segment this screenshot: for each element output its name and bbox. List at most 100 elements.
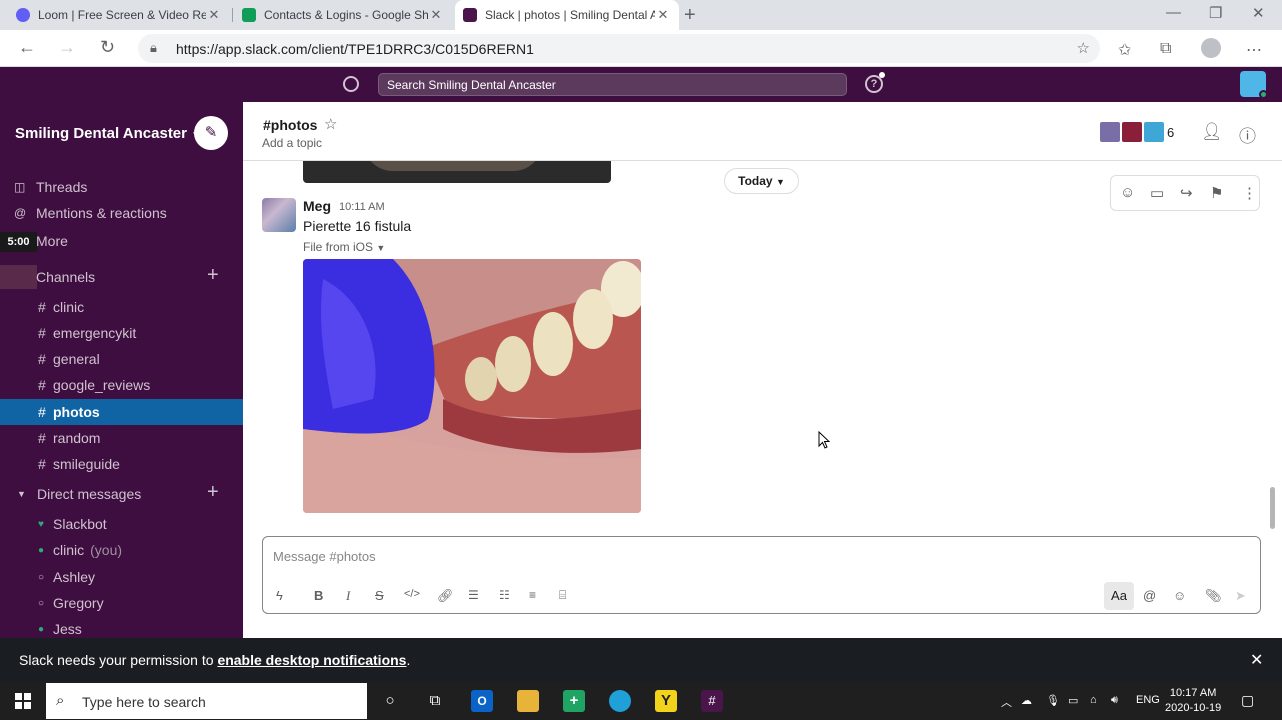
add-reaction-icon[interactable]: ☺ <box>1120 184 1135 201</box>
outlook-icon[interactable]: O <box>471 690 493 712</box>
info-icon[interactable]: ⓘ <box>1239 122 1256 147</box>
close-tab-icon[interactable]: ✕ <box>206 7 222 23</box>
more-menu-icon[interactable]: ⋯ <box>1246 40 1262 60</box>
workspace-name[interactable]: Smiling Dental Ancaster ▼ <box>15 125 201 142</box>
mention-icon[interactable]: @ <box>1143 588 1156 603</box>
add-people-icon[interactable]: 👤︎ <box>1201 122 1223 142</box>
bold-icon[interactable]: B <box>314 588 323 603</box>
message-timestamp[interactable]: 10:11 AM <box>339 201 385 213</box>
cortana-icon[interactable]: ○ <box>379 690 401 712</box>
previous-image-attachment[interactable] <box>303 161 611 183</box>
member-count[interactable]: 6 <box>1167 125 1174 140</box>
window-close-icon[interactable]: ✕ <box>1252 4 1265 22</box>
notifications-icon[interactable]: ▢ <box>1241 692 1254 709</box>
minimize-icon[interactable]: — <box>1166 4 1181 21</box>
back-arrow-icon[interactable]: ← <box>18 37 36 58</box>
code-block-icon[interactable]: ⌸ <box>559 588 566 603</box>
close-tab-icon[interactable]: ✕ <box>428 7 444 23</box>
sidebar-item-channel[interactable]: # emergencykit <box>0 320 243 346</box>
strikethrough-icon[interactable]: S <box>375 588 384 603</box>
emoji-icon[interactable]: ☺ <box>1173 588 1186 603</box>
message-input[interactable] <box>263 537 1260 575</box>
send-icon[interactable]: ➤ <box>1235 588 1246 604</box>
search-input[interactable]: Search Smiling Dental Ancaster <box>378 73 847 96</box>
battery-icon[interactable]: ▭ <box>1068 694 1078 707</box>
sidebar-item-channel[interactable]: # clinic <box>0 294 243 320</box>
sidebar-item-dm[interactable]: ● Jess <box>0 616 243 638</box>
blockquote-icon[interactable]: ≡ <box>529 588 536 602</box>
show-hidden-icons[interactable]: ︿ <box>1001 694 1012 710</box>
bookmark-icon[interactable]: ⚑ <box>1210 184 1223 202</box>
sidebar-item-threads[interactable]: ◫ Threads <box>0 174 243 200</box>
profile-avatar[interactable] <box>1201 38 1221 58</box>
more-actions-icon[interactable]: ⋮ <box>1242 184 1257 202</box>
sidebar-item-dm[interactable]: ♥ Slackbot <box>0 511 243 537</box>
restore-icon[interactable]: ❐ <box>1209 4 1222 22</box>
add-channel-icon[interactable]: + <box>207 264 219 287</box>
sidebar-item-mentions[interactable]: @ Mentions & reactions <box>0 200 243 226</box>
system-clock[interactable]: 10:17 AM 2020-10-19 <box>1165 686 1221 716</box>
onedrive-icon[interactable]: ☁ <box>1021 694 1032 707</box>
star-channel-icon[interactable]: ☆ <box>324 115 337 133</box>
collections-icon[interactable]: ⧉ <box>1160 40 1171 58</box>
new-tab-icon[interactable]: + <box>684 4 696 27</box>
file-explorer-icon[interactable] <box>517 690 539 712</box>
sheets-taskbar-icon[interactable]: + <box>563 690 585 712</box>
formatting-toggle-button[interactable]: Aa <box>1104 582 1134 610</box>
sidebar-item-channel[interactable]: # smileguide <box>0 451 243 477</box>
browser-tab-slack[interactable]: Slack | photos | Smiling Dental A ✕ <box>455 0 679 30</box>
shortcuts-lightning-icon[interactable]: ϟ <box>276 588 283 603</box>
date-divider[interactable]: Today ▼ <box>724 168 799 194</box>
add-topic-link[interactable]: Add a topic <box>262 136 322 150</box>
bookmark-star-icon[interactable]: ☆ <box>1077 39 1090 57</box>
sidebar-item-channel[interactable]: # random <box>0 425 243 451</box>
italic-icon[interactable]: I <box>346 588 350 604</box>
forward-arrow-icon[interactable]: → <box>58 37 76 58</box>
ordered-list-icon[interactable]: ☰ <box>468 588 479 602</box>
tab-title: Slack | photos | Smiling Dental A <box>485 8 655 22</box>
windows-start-icon[interactable] <box>15 693 31 709</box>
reply-thread-icon[interactable]: ▭ <box>1150 184 1164 202</box>
close-banner-icon[interactable]: ✕ <box>1250 650 1263 670</box>
bulleted-list-icon[interactable]: ☷ <box>499 588 510 602</box>
share-icon[interactable]: ↪ <box>1180 184 1193 202</box>
task-view-icon[interactable]: ⧉ <box>424 690 446 712</box>
yammer-icon[interactable]: Y <box>655 690 677 712</box>
edge-icon[interactable] <box>609 690 631 712</box>
enable-notifications-link[interactable]: enable desktop notifications <box>217 652 406 668</box>
slack-taskbar-icon[interactable]: # <box>701 690 723 712</box>
code-icon[interactable]: </> <box>404 588 420 600</box>
link-icon[interactable]: 🔗︎ <box>437 588 454 604</box>
banner-period: . <box>406 652 411 668</box>
compose-message-button[interactable]: ✎ <box>194 116 228 150</box>
address-bar[interactable]: 🔒︎ https://app.slack.com/client/TPE1DRRC… <box>138 34 1100 63</box>
message-author[interactable]: Meg <box>303 198 331 214</box>
attach-icon[interactable]: 📎︎ <box>1205 588 1222 604</box>
channel-title[interactable]: #photos <box>263 117 317 133</box>
close-tab-icon[interactable]: ✕ <box>655 7 671 23</box>
language-indicator[interactable]: ENG <box>1136 694 1160 706</box>
at-sign-icon: @ <box>14 206 27 220</box>
favorites-icon[interactable]: ✩ <box>1118 40 1131 60</box>
microphone-icon[interactable]: 🎙︎ <box>1046 694 1060 707</box>
file-source-label[interactable]: File from iOS ▼ <box>303 240 385 254</box>
sidebar-item-channel-active[interactable]: # photos <box>0 399 243 425</box>
avatar[interactable] <box>262 198 296 232</box>
browser-tab-loom[interactable]: Loom | Free Screen & Video Rec ✕ <box>8 0 230 30</box>
sidebar-item-dm[interactable]: ○ Gregory <box>0 590 243 616</box>
sidebar-item-dm[interactable]: ○ Ashley <box>0 564 243 590</box>
history-clock-icon[interactable] <box>343 76 359 92</box>
dm-label: clinic <box>53 542 85 558</box>
message-scrollbar[interactable] <box>1270 487 1275 529</box>
sidebar-item-channel[interactable]: # general <box>0 346 243 372</box>
network-icon[interactable]: ⌂ <box>1090 694 1097 706</box>
member-avatars[interactable] <box>1098 120 1166 144</box>
sidebar-item-channel[interactable]: # google_reviews <box>0 372 243 398</box>
image-attachment[interactable] <box>303 259 641 513</box>
add-dm-icon[interactable]: + <box>207 481 219 504</box>
reload-icon[interactable]: ↻ <box>100 37 115 58</box>
taskbar-search-input[interactable]: ⌕ Type here to search <box>46 683 367 719</box>
sidebar-item-dm[interactable]: ● clinic (you) <box>0 537 243 563</box>
volume-icon[interactable]: 🔊︎ <box>1111 694 1118 707</box>
browser-tab-sheets[interactable]: Contacts & Logins - Google She ✕ <box>234 0 452 30</box>
